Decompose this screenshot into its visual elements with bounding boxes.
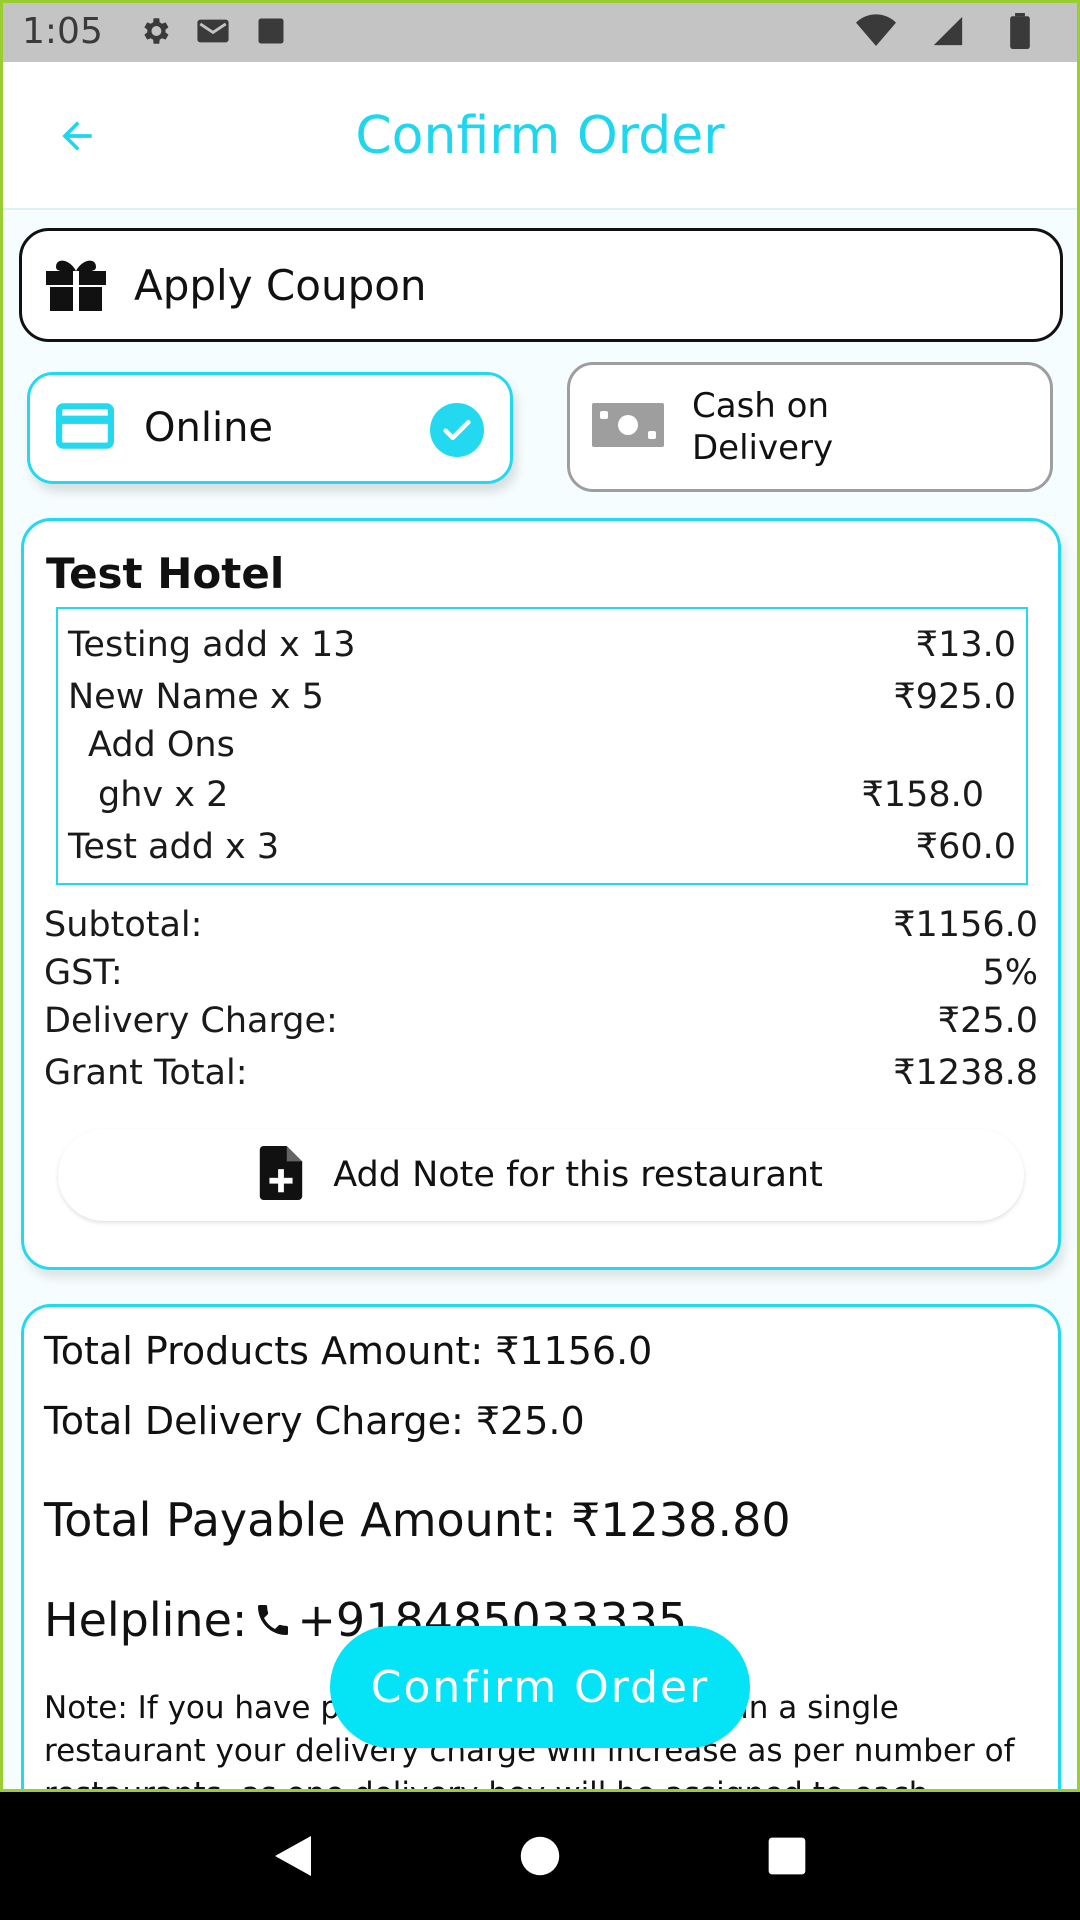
app-bar: Confirm Order (3, 62, 1077, 210)
payment-cod-option[interactable]: Cash on Delivery (567, 362, 1053, 492)
addon-label: ghv x 2 (98, 775, 229, 815)
add-note-label: Add Note for this restaurant (333, 1155, 823, 1195)
item-label: New Name x 5 (68, 677, 324, 717)
item-label: Testing add x 13 (68, 625, 356, 665)
content-area: Apply Coupon Online Cash on Delivery Tes… (3, 212, 1077, 1792)
square-icon (251, 11, 291, 51)
payment-online-label: Online (144, 405, 274, 451)
restaurant-name: Test Hotel (46, 549, 285, 598)
wifi-icon (856, 11, 896, 51)
apply-coupon-button[interactable]: Apply Coupon (19, 228, 1063, 342)
payment-cod-label: Cash on Delivery (692, 386, 834, 468)
note-add-icon (259, 1146, 303, 1204)
gear-icon (135, 11, 175, 51)
nav-back-icon[interactable] (258, 1821, 328, 1891)
payment-online-option[interactable]: Online (27, 372, 513, 484)
battery-icon (1000, 11, 1040, 51)
total-delivery-charge: Total Delivery Charge: ₹25.0 (44, 1399, 585, 1443)
status-time: 1:05 (22, 10, 103, 52)
gift-icon (44, 255, 108, 315)
check-circle-icon (430, 403, 484, 457)
item-price: ₹925.0 (893, 677, 1016, 717)
nav-recents-icon[interactable] (752, 1821, 822, 1891)
total-payable-amount: Total Payable Amount: ₹1238.80 (44, 1493, 791, 1547)
status-bar: 1:05 (0, 0, 1080, 62)
item-price: ₹13.0 (915, 625, 1016, 665)
add-note-button[interactable]: Add Note for this restaurant (58, 1129, 1024, 1221)
phone-icon (253, 1600, 293, 1640)
total-products-amount: Total Products Amount: ₹1156.0 (44, 1329, 653, 1373)
nav-home-icon[interactable] (505, 1821, 575, 1891)
confirm-order-button[interactable]: Confirm Order (330, 1626, 750, 1748)
item-label: Test add x 3 (68, 827, 280, 867)
navigation-bar (0, 1792, 1080, 1920)
page-title: Confirm Order (355, 106, 725, 166)
apply-coupon-label: Apply Coupon (134, 260, 427, 310)
addon-price: ₹158.0 (861, 775, 984, 815)
credit-card-icon (56, 403, 114, 453)
mail-icon (193, 11, 233, 51)
signal-icon (928, 11, 968, 51)
cash-icon (592, 402, 664, 452)
order-items-list: Testing add x 13 ₹13.0 New Name x 5 ₹925… (56, 607, 1028, 885)
restaurant-order-card: Test Hotel Testing add x 13 ₹13.0 New Na… (21, 518, 1061, 1270)
helpline-label: Helpline: (44, 1593, 248, 1647)
item-price: ₹60.0 (915, 827, 1016, 867)
